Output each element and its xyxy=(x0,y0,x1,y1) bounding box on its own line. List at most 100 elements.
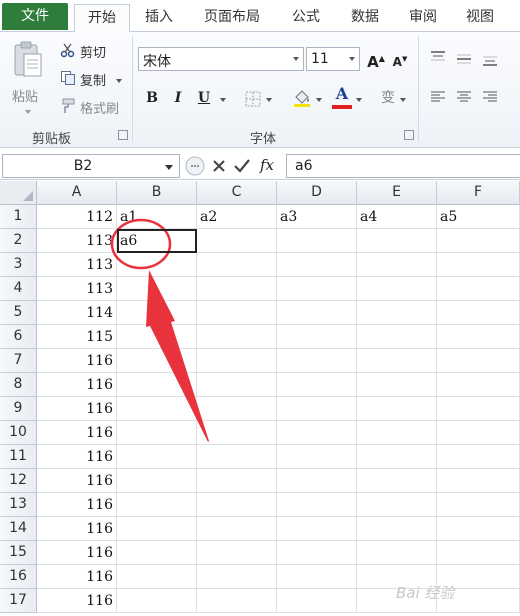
cell-a5[interactable]: 114 xyxy=(37,301,117,325)
cell-f11[interactable] xyxy=(437,445,520,469)
cell-b7[interactable] xyxy=(117,349,197,373)
column-header-d[interactable]: D xyxy=(277,181,357,205)
phonetic-button[interactable]: 变 xyxy=(378,88,398,108)
cell-e5[interactable] xyxy=(357,301,437,325)
cell-e13[interactable] xyxy=(357,493,437,517)
cell-e1[interactable]: a4 xyxy=(357,205,437,229)
cell-d9[interactable] xyxy=(277,397,357,421)
row-header[interactable]: 3 xyxy=(0,253,37,277)
select-all-button[interactable] xyxy=(0,181,37,205)
font-color-dropdown-icon[interactable] xyxy=(356,98,362,102)
cell-b10[interactable] xyxy=(117,421,197,445)
row-header[interactable]: 14 xyxy=(0,517,37,541)
column-header-a[interactable]: A xyxy=(37,181,117,205)
cell-f4[interactable] xyxy=(437,277,520,301)
row-header[interactable]: 13 xyxy=(0,493,37,517)
align-left-icon[interactable] xyxy=(430,90,446,104)
cell-d1[interactable]: a3 xyxy=(277,205,357,229)
cell-c1[interactable]: a2 xyxy=(197,205,277,229)
cell-a17[interactable]: 116 xyxy=(37,589,117,613)
cell-a2[interactable]: 113 xyxy=(37,229,117,253)
cut-button[interactable]: 剪切 xyxy=(58,40,124,62)
cell-c6[interactable] xyxy=(197,325,277,349)
cell-f1[interactable]: a5 xyxy=(437,205,520,229)
font-name-combo[interactable]: 宋体 xyxy=(138,47,304,71)
cell-a10[interactable]: 116 xyxy=(37,421,117,445)
bold-button[interactable]: B xyxy=(142,88,162,108)
cell-e4[interactable] xyxy=(357,277,437,301)
column-header-e[interactable]: E xyxy=(357,181,437,205)
cell-b13[interactable] xyxy=(117,493,197,517)
tab-view[interactable]: 视图 xyxy=(454,4,506,32)
cell-d10[interactable] xyxy=(277,421,357,445)
grow-font-button[interactable]: A▲ xyxy=(366,49,386,71)
row-header[interactable]: 17 xyxy=(0,589,37,613)
cell-c10[interactable] xyxy=(197,421,277,445)
row-header[interactable]: 5 xyxy=(0,301,37,325)
align-right-icon[interactable] xyxy=(482,90,498,104)
row-header[interactable]: 4 xyxy=(0,277,37,301)
cell-f8[interactable] xyxy=(437,373,520,397)
align-center-icon[interactable] xyxy=(456,90,472,104)
cell-c2[interactable] xyxy=(197,229,277,253)
clipboard-launcher-icon[interactable] xyxy=(118,130,128,140)
cell-f2[interactable] xyxy=(437,229,520,253)
row-header[interactable]: 12 xyxy=(0,469,37,493)
borders-icon[interactable] xyxy=(244,90,262,108)
cell-c12[interactable] xyxy=(197,469,277,493)
cell-c11[interactable] xyxy=(197,445,277,469)
row-header[interactable]: 6 xyxy=(0,325,37,349)
cell-b14[interactable] xyxy=(117,517,197,541)
cell-a16[interactable]: 116 xyxy=(37,565,117,589)
cell-f15[interactable] xyxy=(437,541,520,565)
cell-f13[interactable] xyxy=(437,493,520,517)
row-header[interactable]: 1 xyxy=(0,205,37,229)
cell-d11[interactable] xyxy=(277,445,357,469)
cell-f3[interactable] xyxy=(437,253,520,277)
cell-a1[interactable]: 112 xyxy=(37,205,117,229)
cell-e2[interactable] xyxy=(357,229,437,253)
name-box[interactable]: B2 xyxy=(2,154,180,178)
row-header[interactable]: 16 xyxy=(0,565,37,589)
font-size-combo[interactable]: 11 xyxy=(306,47,360,71)
font-launcher-icon[interactable] xyxy=(404,130,414,140)
cell-b4[interactable] xyxy=(117,277,197,301)
cell-d2[interactable] xyxy=(277,229,357,253)
cell-b3[interactable] xyxy=(117,253,197,277)
cell-b15[interactable] xyxy=(117,541,197,565)
row-header[interactable]: 9 xyxy=(0,397,37,421)
insert-function-button[interactable]: fx xyxy=(260,156,274,174)
cell-c17[interactable] xyxy=(197,589,277,613)
cell-b9[interactable] xyxy=(117,397,197,421)
cell-d17[interactable] xyxy=(277,589,357,613)
cell-c14[interactable] xyxy=(197,517,277,541)
cell-a7[interactable]: 116 xyxy=(37,349,117,373)
cell-e14[interactable] xyxy=(357,517,437,541)
enter-check-icon[interactable] xyxy=(234,159,250,173)
borders-dropdown-icon[interactable] xyxy=(266,98,272,102)
tab-page-layout[interactable]: 页面布局 xyxy=(194,4,270,32)
underline-dropdown-icon[interactable] xyxy=(220,98,226,102)
cell-d6[interactable] xyxy=(277,325,357,349)
cell-d8[interactable] xyxy=(277,373,357,397)
italic-button[interactable]: I xyxy=(168,88,188,108)
cell-c16[interactable] xyxy=(197,565,277,589)
row-header[interactable]: 8 xyxy=(0,373,37,397)
column-header-b[interactable]: B xyxy=(117,181,197,205)
cell-a4[interactable]: 113 xyxy=(37,277,117,301)
cell-a11[interactable]: 116 xyxy=(37,445,117,469)
cell-d15[interactable] xyxy=(277,541,357,565)
cell-b17[interactable] xyxy=(117,589,197,613)
cell-d5[interactable] xyxy=(277,301,357,325)
formula-input[interactable]: a6 xyxy=(286,154,520,178)
cell-d16[interactable] xyxy=(277,565,357,589)
cell-f6[interactable] xyxy=(437,325,520,349)
font-size-dropdown[interactable] xyxy=(345,48,359,70)
cancel-icon[interactable] xyxy=(212,159,226,173)
cell-e9[interactable] xyxy=(357,397,437,421)
cell-c7[interactable] xyxy=(197,349,277,373)
row-header[interactable]: 10 xyxy=(0,421,37,445)
cell-b16[interactable] xyxy=(117,565,197,589)
cell-a12[interactable]: 116 xyxy=(37,469,117,493)
cell-c3[interactable] xyxy=(197,253,277,277)
